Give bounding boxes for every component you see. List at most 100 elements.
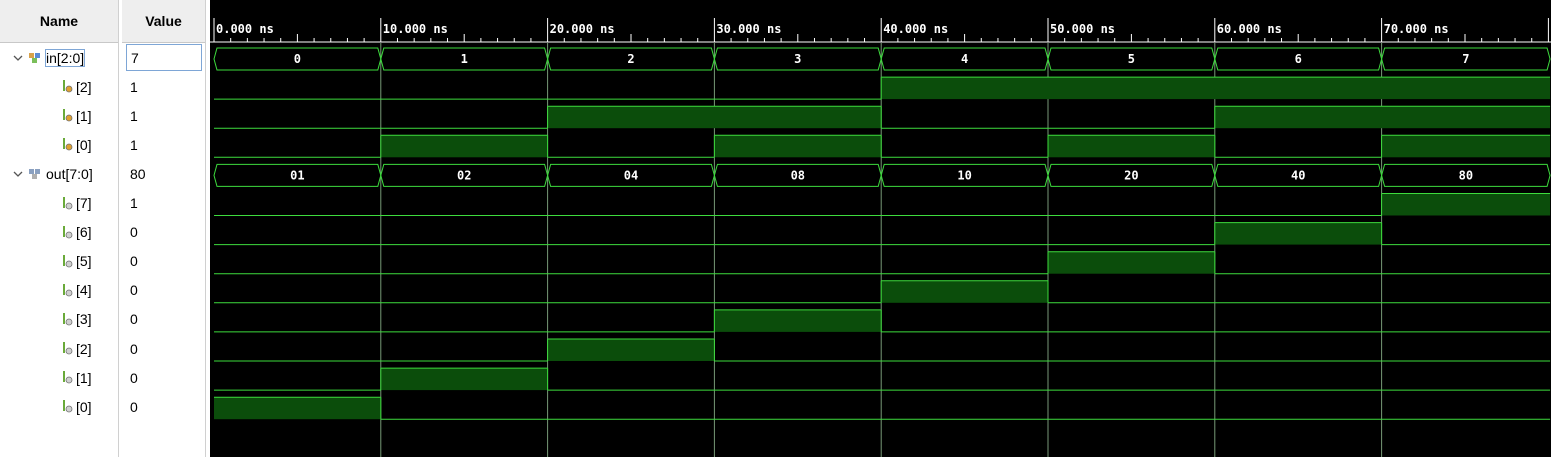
time-tick-label: 60.000 ns: [1217, 22, 1282, 36]
bus-value-label: 3: [794, 52, 801, 66]
signal-row[interactable]: [5]: [0, 247, 118, 276]
signal-value: 1: [130, 78, 138, 95]
name-column-header[interactable]: Name: [0, 0, 118, 43]
signal-value: 0: [130, 253, 138, 270]
signal-value: 0: [130, 311, 138, 328]
high-level-fill: [547, 339, 715, 361]
waveform-canvas[interactable]: 0.000 ns 10.000 ns 20.000 ns 30.000 ns 40.00…: [210, 0, 1551, 457]
value-header-label: Value: [145, 13, 182, 29]
waveform-area[interactable]: 0.000 ns 10.000 ns 20.000 ns 30.000 ns 40.00…: [210, 0, 1551, 457]
bit-input-icon: [63, 109, 73, 122]
time-tick-label: 40.000 ns: [883, 22, 948, 36]
bit-output-icon: [63, 196, 73, 209]
signal-value: 1: [130, 195, 138, 211]
time-tick-label: 50.000 ns: [1050, 22, 1115, 36]
high-level-fill: [214, 397, 381, 420]
high-level-fill: [547, 106, 882, 129]
signal-value: 1: [130, 136, 138, 153]
signal-name: [0]: [76, 136, 92, 153]
bit-input-icon: [63, 80, 73, 93]
bus-value-label: 7: [1462, 52, 1469, 66]
signal-name: [4]: [76, 282, 92, 299]
signal-value: 80: [130, 165, 146, 182]
signal-row[interactable]: [2]: [0, 72, 118, 101]
bit-output-icon: [63, 400, 73, 413]
bus-value-label: 2: [627, 52, 634, 66]
bus-value-label: 20: [1124, 168, 1138, 182]
chevron-down-icon[interactable]: [12, 168, 24, 180]
signal-value: 7: [126, 44, 202, 71]
high-level-fill: [714, 309, 882, 332]
bus-value-label: 01: [290, 168, 304, 182]
signal-name: [1]: [76, 369, 92, 386]
signal-row[interactable]: [6]: [0, 218, 118, 247]
signal-row[interactable]: out[7:0]: [0, 159, 118, 188]
high-level-fill: [1048, 135, 1215, 158]
signal-row[interactable]: [1]: [0, 101, 118, 130]
bit-input-icon: [63, 138, 73, 151]
bus-value-label: 80: [1459, 168, 1473, 182]
signal-row[interactable]: [0]: [0, 130, 118, 159]
name-header-label: Name: [39, 13, 79, 29]
high-level-fill: [881, 77, 1551, 100]
signal-value: 0: [130, 282, 138, 299]
high-level-fill: [1214, 106, 1551, 129]
high-level-fill: [380, 135, 548, 158]
bus-value-label: 10: [957, 168, 971, 182]
bus-value-label: 08: [791, 168, 805, 182]
bus-value-label: 4: [961, 52, 968, 66]
bus-value-label: 02: [457, 168, 471, 182]
signal-name: [0]: [76, 398, 92, 415]
time-tick-label: 30.000 ns: [716, 22, 781, 36]
value-column-header[interactable]: Value: [122, 0, 205, 43]
signal-value: 0: [130, 340, 138, 357]
bus-input-icon: [29, 53, 40, 63]
bus-value-label: 6: [1295, 52, 1302, 66]
bus-value-label: 0: [294, 52, 301, 66]
bit-output-icon: [63, 225, 73, 238]
time-tick-label: 70.000 ns: [1384, 22, 1449, 36]
signal-name: out[7:0]: [46, 165, 93, 182]
high-level-fill: [1381, 135, 1551, 158]
signal-name: [3]: [76, 311, 92, 328]
high-level-fill: [380, 368, 548, 391]
high-level-fill: [714, 135, 882, 158]
bus-value-label: 5: [1128, 52, 1135, 66]
signal-row[interactable]: in[2:0]: [0, 43, 118, 72]
signal-value: 0: [130, 224, 138, 241]
name-panel: Name in[2:0] [2] [1] [0] out[7:0] [7] [6] [5] [4…: [0, 0, 118, 457]
signal-row[interactable]: [2]: [0, 334, 118, 363]
bus-value-label: 1: [461, 52, 468, 66]
signal-row[interactable]: [1]: [0, 363, 118, 392]
bit-output-icon: [63, 371, 73, 384]
bus-output-icon: [29, 169, 40, 180]
time-tick-label: 20.000 ns: [550, 22, 615, 36]
time-tick-label: 0.000 ns: [216, 22, 274, 36]
signal-name: [5]: [76, 253, 92, 270]
signal-name: [2]: [76, 340, 92, 357]
high-level-fill: [1048, 251, 1215, 274]
bit-output-icon: [63, 342, 73, 355]
signal-name: [6]: [76, 224, 92, 241]
bit-output-icon: [63, 254, 73, 268]
chevron-down-icon[interactable]: [12, 52, 24, 64]
high-level-fill: [1214, 222, 1382, 245]
signal-row[interactable]: [7]: [0, 189, 118, 218]
signal-row[interactable]: [0]: [0, 392, 118, 421]
bit-output-icon: [63, 312, 73, 326]
bus-value-label: 40: [1291, 168, 1305, 182]
signal-name: in[2:0]: [44, 48, 86, 67]
signal-name: [7]: [76, 195, 92, 211]
signal-name: [1]: [76, 107, 92, 124]
signal-name: [2]: [76, 78, 92, 95]
signal-value: 0: [130, 369, 138, 386]
bit-output-icon: [63, 283, 73, 297]
signal-value: 0: [130, 398, 138, 415]
signal-value: 1: [130, 107, 138, 124]
high-level-fill: [881, 280, 1048, 303]
signal-row[interactable]: [4]: [0, 276, 118, 305]
bus-value-label: 04: [624, 168, 638, 182]
signal-row[interactable]: [3]: [0, 305, 118, 334]
time-tick-label: 10.000 ns: [383, 22, 448, 36]
high-level-fill: [1381, 193, 1551, 216]
